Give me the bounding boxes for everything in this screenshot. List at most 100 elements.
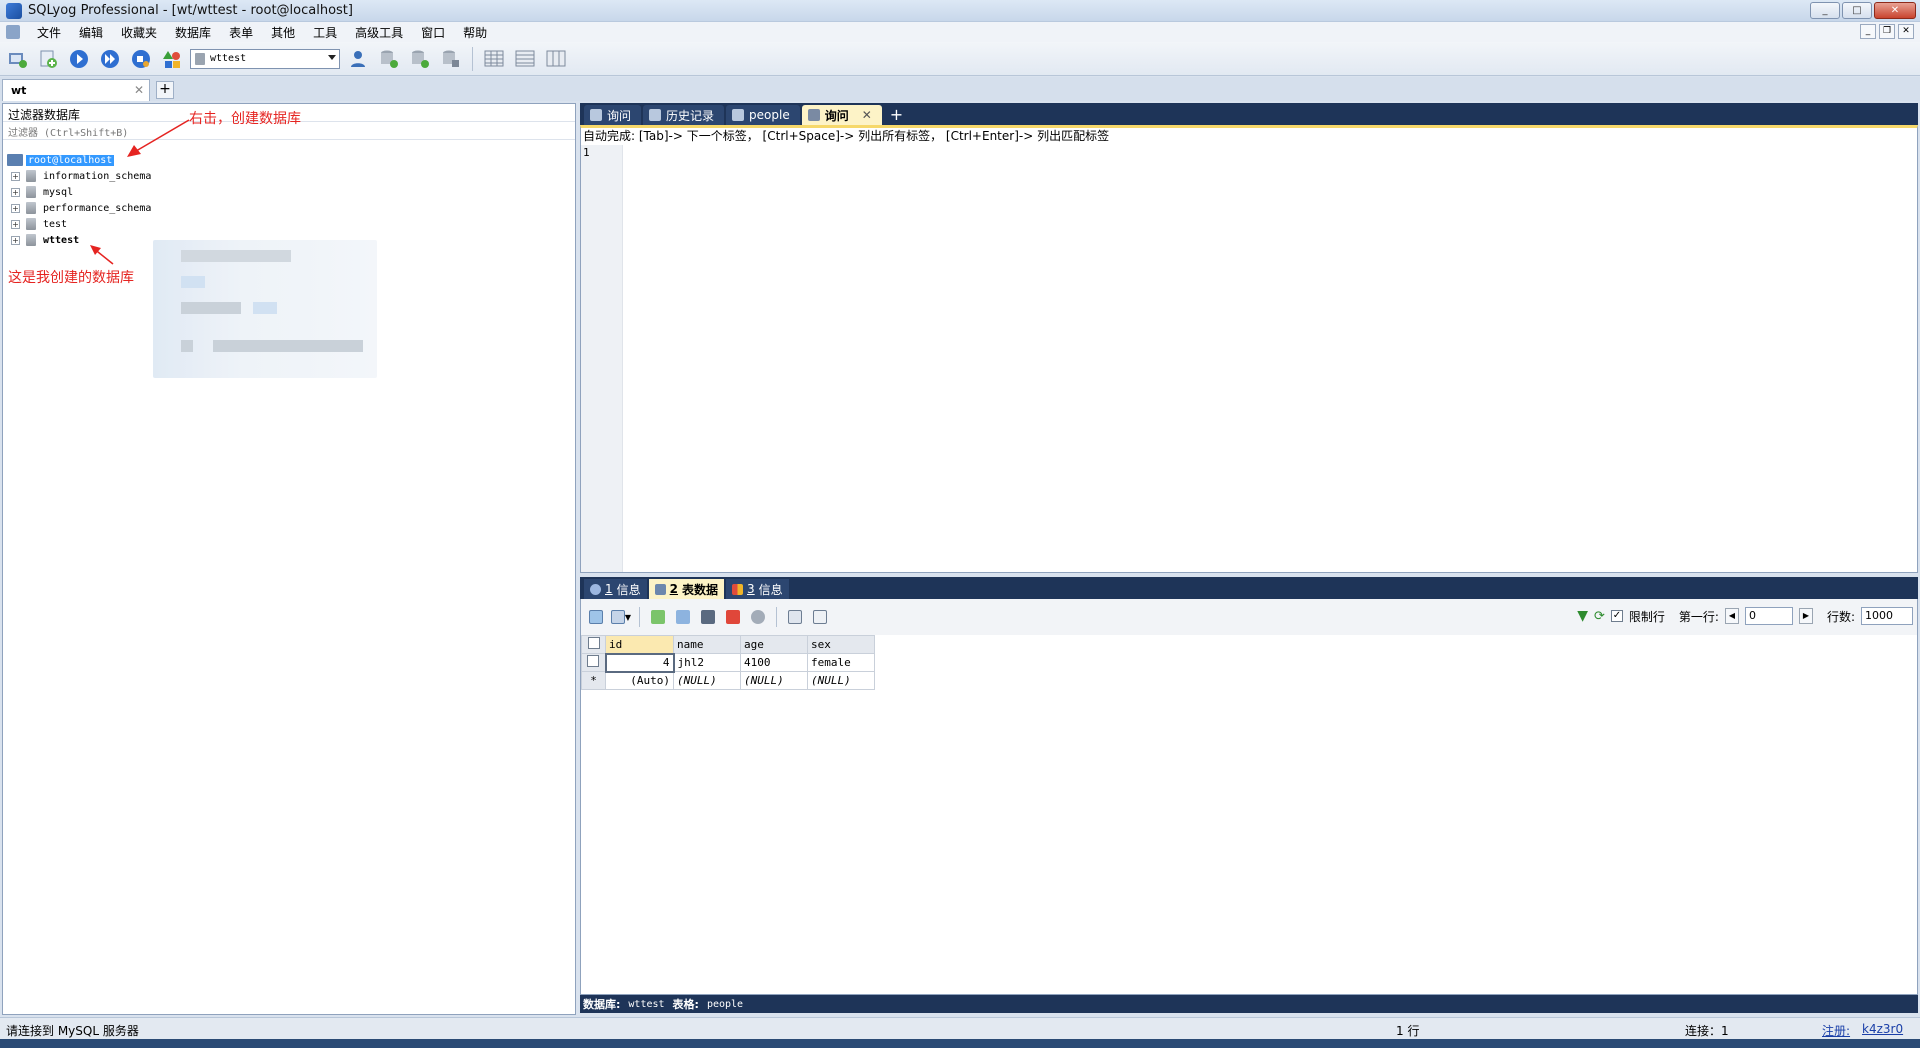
- column-header-name[interactable]: name: [673, 635, 741, 654]
- cell-age[interactable]: (NULL): [740, 671, 808, 690]
- new-connection-button[interactable]: [4, 46, 30, 72]
- expand-icon[interactable]: +: [11, 171, 20, 181]
- shapes-icon: [163, 50, 180, 68]
- database-selector[interactable]: wttest: [190, 48, 340, 69]
- tree-item-wttest[interactable]: + wttest: [7, 232, 151, 248]
- table-grid-button[interactable]: [481, 46, 507, 72]
- menu-other[interactable]: 其他: [262, 24, 304, 41]
- tree-item-information-schema[interactable]: + information_schema: [7, 168, 151, 184]
- user-manager-button[interactable]: [345, 46, 371, 72]
- menu-table[interactable]: 表单: [220, 24, 262, 41]
- mdi-close-button[interactable]: ✕: [1898, 24, 1914, 39]
- rows-count-input[interactable]: 1000: [1861, 607, 1913, 625]
- menu-window[interactable]: 窗口: [412, 24, 454, 41]
- row-count: 1 行: [1396, 1024, 1420, 1038]
- new-query-button[interactable]: [35, 46, 61, 72]
- grid-view-button[interactable]: [784, 607, 806, 627]
- add-row-button[interactable]: [647, 607, 669, 627]
- tab-people[interactable]: people: [726, 105, 800, 125]
- expand-icon[interactable]: +: [11, 187, 20, 197]
- schema-designer-button[interactable]: [159, 46, 185, 72]
- menu-database[interactable]: 数据库: [166, 24, 220, 41]
- connection-tab-wt[interactable]: wt ✕: [2, 79, 150, 101]
- column-header-age[interactable]: age: [740, 635, 808, 654]
- limit-rows-checkbox[interactable]: ✓: [1610, 610, 1623, 622]
- cell-age[interactable]: 4100: [740, 653, 808, 672]
- cell-id[interactable]: (Auto): [605, 671, 674, 690]
- cell-name[interactable]: (NULL): [673, 671, 741, 690]
- expand-icon[interactable]: +: [11, 203, 20, 213]
- play-icon: [70, 49, 88, 68]
- menu-help[interactable]: 帮助: [454, 24, 496, 41]
- column-header-sex[interactable]: sex: [807, 635, 875, 654]
- save-changes-button[interactable]: [697, 607, 719, 627]
- minimize-button[interactable]: _: [1810, 2, 1840, 19]
- tab-table-data[interactable]: 2 表数据: [648, 579, 725, 599]
- delete-row-button[interactable]: [722, 607, 744, 627]
- menu-advanced-tools[interactable]: 高级工具: [346, 24, 412, 41]
- expand-icon[interactable]: +: [11, 235, 20, 245]
- stop-query-button[interactable]: [128, 46, 154, 72]
- pagination-controls: ▼ ⟳ ✓ 限制行 第一行: ◀ 0 ▶ 行数: 1000: [1577, 607, 1913, 625]
- close-button[interactable]: ✕: [1874, 2, 1916, 19]
- cell-name[interactable]: jhl2: [673, 653, 741, 672]
- trash-icon: [726, 610, 740, 624]
- duplicate-row-button[interactable]: [672, 607, 694, 627]
- table-row[interactable]: 4 jhl2 4100 female: [581, 652, 875, 673]
- close-icon[interactable]: ✕: [862, 108, 872, 122]
- add-query-tab-button[interactable]: +: [884, 105, 909, 125]
- annotation-arrow-icon: [90, 245, 114, 265]
- next-page-button[interactable]: ▶: [1798, 608, 1813, 624]
- expand-icon[interactable]: +: [11, 219, 20, 229]
- close-icon[interactable]: ✕: [134, 83, 144, 97]
- tree-item-performance-schema[interactable]: + performance_schema: [7, 200, 151, 216]
- grid-view-icon: [788, 610, 802, 624]
- table-row-new[interactable]: * (Auto) (NULL) (NULL) (NULL): [581, 671, 875, 690]
- line-number: 1: [583, 146, 590, 159]
- previous-page-button[interactable]: ◀: [1724, 608, 1739, 624]
- connection-icon: [9, 52, 27, 68]
- cell-id[interactable]: 4: [604, 652, 675, 673]
- filter-icon[interactable]: ▼: [1577, 608, 1588, 624]
- row-checkbox[interactable]: [581, 653, 606, 672]
- select-all-checkbox[interactable]: [581, 635, 606, 654]
- tree-item-mysql[interactable]: + mysql: [7, 184, 151, 200]
- register-label[interactable]: 注册:: [1822, 1022, 1850, 1039]
- column-header-id[interactable]: id: [605, 635, 674, 654]
- cancel-changes-button[interactable]: [747, 607, 769, 627]
- tab-query-2[interactable]: 询问 ✕: [801, 105, 882, 125]
- query-editor[interactable]: 自动完成: [Tab]-> 下一个标签， [Ctrl+Space]-> 列出所有…: [580, 125, 1918, 573]
- query-tab-strip: 询问 历史记录 people 询问 ✕ +: [580, 103, 1918, 125]
- tab-query-1[interactable]: 询问: [584, 105, 642, 125]
- register-value[interactable]: k4z3r0: [1862, 1022, 1903, 1036]
- insert-options-button[interactable]: ▼: [610, 607, 632, 627]
- mdi-restore-button[interactable]: ❐: [1879, 24, 1895, 39]
- backup-button[interactable]: [438, 46, 464, 72]
- tab-result-info-3[interactable]: 3 信息: [726, 579, 789, 599]
- execute-query-button[interactable]: [66, 46, 92, 72]
- table-columns-button[interactable]: [543, 46, 569, 72]
- table-list-button[interactable]: [512, 46, 538, 72]
- menu-favorites[interactable]: 收藏夹: [112, 24, 166, 41]
- menu-tools[interactable]: 工具: [304, 24, 346, 41]
- annotation-arrow-icon: [127, 119, 190, 157]
- refresh-icon[interactable]: ⟳: [1594, 609, 1605, 624]
- add-connection-tab-button[interactable]: +: [156, 81, 174, 99]
- document-menu-icon[interactable]: [6, 25, 20, 39]
- insert-row-button[interactable]: [585, 607, 607, 627]
- tab-history[interactable]: 历史记录: [643, 105, 725, 125]
- maximize-button[interactable]: □: [1842, 2, 1872, 19]
- tree-item-test[interactable]: + test: [7, 216, 151, 232]
- form-view-button[interactable]: [809, 607, 831, 627]
- execute-all-button[interactable]: [97, 46, 123, 72]
- import-button[interactable]: [376, 46, 402, 72]
- menu-edit[interactable]: 编辑: [70, 24, 112, 41]
- tab-result-info-1[interactable]: 1 信息: [584, 579, 647, 599]
- cell-sex[interactable]: female: [807, 653, 875, 672]
- first-row-input[interactable]: 0: [1744, 607, 1793, 625]
- mdi-minimize-button[interactable]: _: [1860, 24, 1876, 39]
- autocomplete-hint: 自动完成: [Tab]-> 下一个标签， [Ctrl+Space]-> 列出所有…: [583, 129, 1110, 143]
- export-button[interactable]: [407, 46, 433, 72]
- menu-file[interactable]: 文件: [28, 24, 70, 41]
- cell-sex[interactable]: (NULL): [807, 671, 875, 690]
